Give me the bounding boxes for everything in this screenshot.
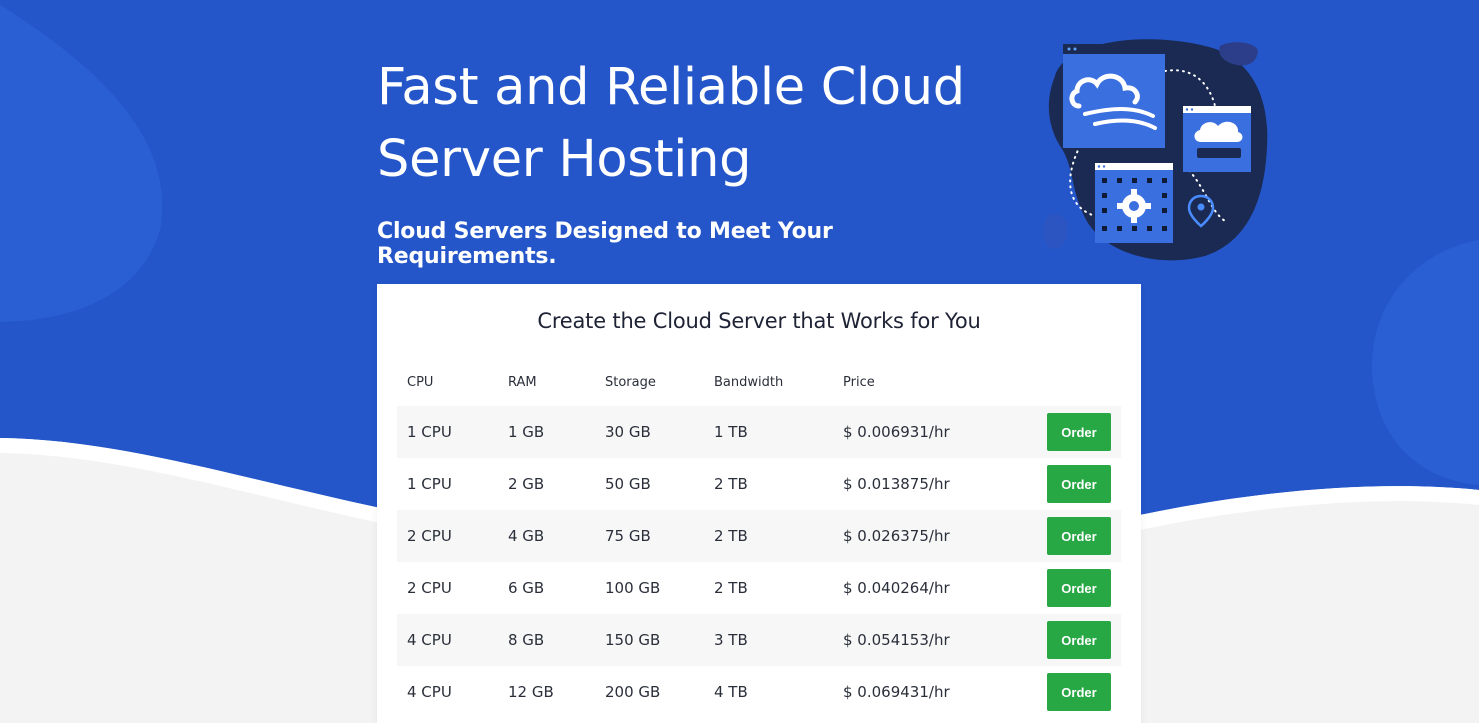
cell-bandwidth: 4 TB [714,683,748,701]
cell-storage: 200 GB [605,683,661,701]
hero-title: Fast and Reliable Cloud Server Hosting [377,52,1017,196]
cell-price: $ 0.040264/hr [843,579,950,597]
table-body: 1 CPU 1 GB 30 GB 1 TB $ 0.006931/hr Orde… [397,406,1121,718]
cell-price: $ 0.013875/hr [843,475,950,493]
cell-ram: 2 GB [508,475,545,493]
table-row: 1 CPU 1 GB 30 GB 1 TB $ 0.006931/hr Orde… [397,406,1121,458]
order-button[interactable]: Order [1047,517,1111,555]
cell-bandwidth: 3 TB [714,631,748,649]
hero-title-line2: Server Hosting [377,130,752,189]
cell-price: $ 0.069431/hr [843,683,950,701]
cell-cpu: 1 CPU [407,475,452,493]
pricing-card: Create the Cloud Server that Works for Y… [377,284,1141,723]
table-row: 2 CPU 4 GB 75 GB 2 TB $ 0.026375/hr Orde… [397,510,1121,562]
cell-price: $ 0.054153/hr [843,631,950,649]
cell-ram: 1 GB [508,423,545,441]
cell-cpu: 4 CPU [407,631,452,649]
header-cpu: CPU [407,374,434,390]
cell-storage: 50 GB [605,475,651,493]
order-button[interactable]: Order [1047,569,1111,607]
cloud-illustration [1043,39,1268,261]
order-button[interactable]: Order [1047,621,1111,659]
header-bandwidth: Bandwidth [714,374,784,390]
cell-storage: 150 GB [605,631,661,649]
table-row: 4 CPU 8 GB 150 GB 3 TB $ 0.054153/hr Ord… [397,614,1121,666]
cell-cpu: 2 CPU [407,527,452,545]
header-price: Price [843,374,875,390]
pricing-title: Create the Cloud Server that Works for Y… [537,309,981,333]
header-storage: Storage [605,374,656,390]
cell-bandwidth: 2 TB [714,475,748,493]
order-button[interactable]: Order [1047,413,1111,451]
cell-ram: 6 GB [508,579,545,597]
cloud-storage-icon [1183,106,1251,172]
cell-bandwidth: 2 TB [714,527,748,545]
table-header-row: CPU RAM Storage Bandwidth Price [397,358,1121,406]
header-ram: RAM [508,374,537,390]
order-button[interactable]: Order [1047,465,1111,503]
table-row: 1 CPU 2 GB 50 GB 2 TB $ 0.013875/hr Orde… [397,458,1121,510]
cell-cpu: 2 CPU [407,579,452,597]
cell-price: $ 0.026375/hr [843,527,950,545]
pricing-table: CPU RAM Storage Bandwidth Price 1 CPU 1 … [397,358,1121,718]
hero-title-line1: Fast and Reliable Cloud [377,58,965,117]
hero-subtitle: Cloud Servers Designed to Meet Your Requ… [377,219,833,269]
table-row: 2 CPU 6 GB 100 GB 2 TB $ 0.040264/hr Ord… [397,562,1121,614]
gear-grid-icon [1095,163,1173,243]
cell-ram: 8 GB [508,631,545,649]
cloud-window-icon [1063,44,1165,148]
cell-ram: 12 GB [508,683,554,701]
cell-bandwidth: 2 TB [714,579,748,597]
cell-bandwidth: 1 TB [714,423,748,441]
hero-section: Fast and Reliable Cloud Server Hosting C… [377,52,1017,269]
cell-ram: 4 GB [508,527,545,545]
cell-price: $ 0.006931/hr [843,423,950,441]
cell-storage: 30 GB [605,423,651,441]
cell-cpu: 1 CPU [407,423,452,441]
cell-storage: 75 GB [605,527,651,545]
cell-storage: 100 GB [605,579,661,597]
order-button[interactable]: Order [1047,673,1111,711]
cell-cpu: 4 CPU [407,683,452,701]
table-row: 4 CPU 12 GB 200 GB 4 TB $ 0.069431/hr Or… [397,666,1121,718]
